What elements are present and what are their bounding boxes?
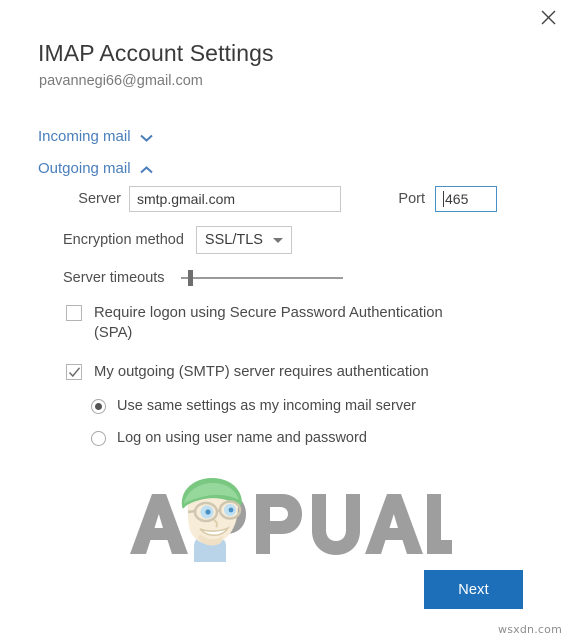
radio-use-same-settings-label: Use same settings as my incoming mail se…: [117, 398, 416, 414]
radio-use-same-settings[interactable]: [91, 398, 106, 414]
port-label: Port: [398, 191, 425, 207]
check-icon: [68, 367, 81, 378]
text-caret: [443, 191, 444, 207]
slider-thumb[interactable]: [187, 270, 193, 286]
server-input[interactable]: [129, 186, 341, 212]
port-input[interactable]: [435, 186, 497, 212]
chevron-down-icon: [272, 237, 283, 243]
appuals-watermark-logo: [122, 472, 518, 564]
encryption-method-row: Encryption method SSL/TLS: [63, 226, 292, 254]
server-timeouts-label: Server timeouts: [63, 270, 165, 286]
site-watermark: wsxdn.com: [498, 623, 562, 636]
smtp-auth-checkbox[interactable]: [66, 364, 82, 380]
close-button[interactable]: [532, 2, 564, 32]
section-toggle-incoming-mail[interactable]: Incoming mail: [38, 127, 153, 146]
radio-log-on-credentials[interactable]: [91, 430, 106, 446]
section-toggle-outgoing-mail[interactable]: Outgoing mail: [38, 159, 153, 178]
account-email: pavannegi66@gmail.com: [39, 73, 203, 89]
spa-checkbox-label: Require logon using Secure Password Auth…: [94, 305, 443, 341]
page-title: IMAP Account Settings: [38, 40, 274, 66]
radio-use-same-settings-row[interactable]: Use same settings as my incoming mail se…: [91, 398, 416, 414]
port-field-wrapper: [435, 186, 497, 212]
chevron-up-icon: [139, 161, 153, 178]
spa-checkbox[interactable]: [66, 305, 82, 321]
encryption-method-value: SSL/TLS: [204, 232, 263, 248]
radio-log-on-credentials-label: Log on using user name and password: [117, 430, 367, 446]
encryption-method-label: Encryption method: [63, 232, 184, 248]
encryption-method-select[interactable]: SSL/TLS: [195, 226, 292, 254]
incoming-mail-label: Incoming mail: [38, 128, 131, 145]
slider-track: [180, 277, 343, 279]
chevron-down-icon: [139, 129, 153, 146]
smtp-auth-checkbox-label: My outgoing (SMTP) server requires authe…: [94, 364, 429, 380]
smtp-auth-checkbox-row[interactable]: My outgoing (SMTP) server requires authe…: [66, 362, 429, 382]
server-timeouts-row: Server timeouts: [63, 268, 343, 288]
server-port-row: Server Port: [63, 186, 497, 212]
close-icon: [541, 10, 556, 25]
server-timeouts-slider[interactable]: [180, 268, 343, 288]
outgoing-mail-label: Outgoing mail: [38, 160, 131, 177]
server-label: Server: [78, 191, 121, 207]
next-button[interactable]: Next: [424, 570, 523, 609]
radio-log-on-credentials-row[interactable]: Log on using user name and password: [91, 430, 367, 446]
spa-checkbox-row[interactable]: Require logon using Secure Password Auth…: [66, 303, 464, 343]
